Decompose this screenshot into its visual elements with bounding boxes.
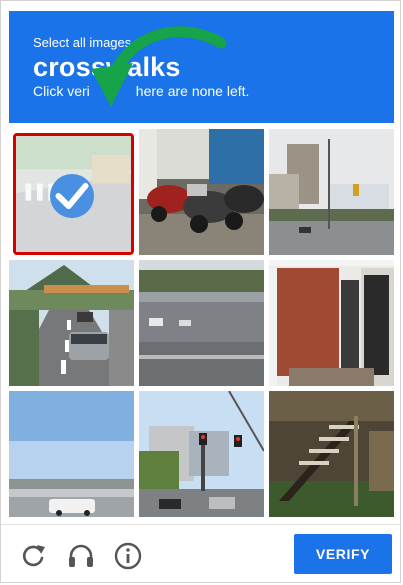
grid-tile-4[interactable] — [9, 260, 134, 386]
grid-tile-6[interactable] — [269, 260, 394, 386]
reload-icon[interactable] — [18, 541, 48, 571]
info-icon[interactable] — [113, 541, 143, 571]
tile-image-motorcycles — [139, 129, 264, 255]
image-grid — [9, 129, 394, 517]
captcha-frame: Select all images w crosswalks Click ver… — [0, 0, 402, 585]
tile-image-brick-house — [269, 260, 394, 386]
grid-tile-2[interactable] — [139, 129, 264, 255]
instruction-subtext: Click veri here are none left. — [33, 83, 250, 99]
verify-button[interactable]: VERIFY — [294, 534, 392, 574]
grid-tile-1-selected[interactable] — [13, 133, 134, 255]
challenge-header: Select all images w crosswalks Click ver… — [9, 11, 394, 123]
grid-tile-3[interactable] — [269, 129, 394, 255]
target-keyword: crosswalks — [33, 52, 181, 82]
captcha-footer: VERIFY — [1, 524, 402, 585]
headphones-icon[interactable] — [66, 541, 96, 571]
grid-tile-7[interactable] — [9, 391, 134, 517]
tile-image-overpass — [139, 260, 264, 386]
tile-image-intersection — [139, 391, 264, 517]
tile-image-city-street — [269, 129, 394, 255]
tile-image-highway — [9, 260, 134, 386]
grid-tile-8[interactable] — [139, 391, 264, 517]
grid-tile-5[interactable] — [139, 260, 264, 386]
tile-image-stairs — [269, 391, 394, 517]
grid-tile-9[interactable] — [269, 391, 394, 517]
tile-image-bridge — [9, 391, 134, 517]
instruction-text: Select all images w — [33, 35, 145, 50]
checkmark-icon — [50, 174, 94, 218]
